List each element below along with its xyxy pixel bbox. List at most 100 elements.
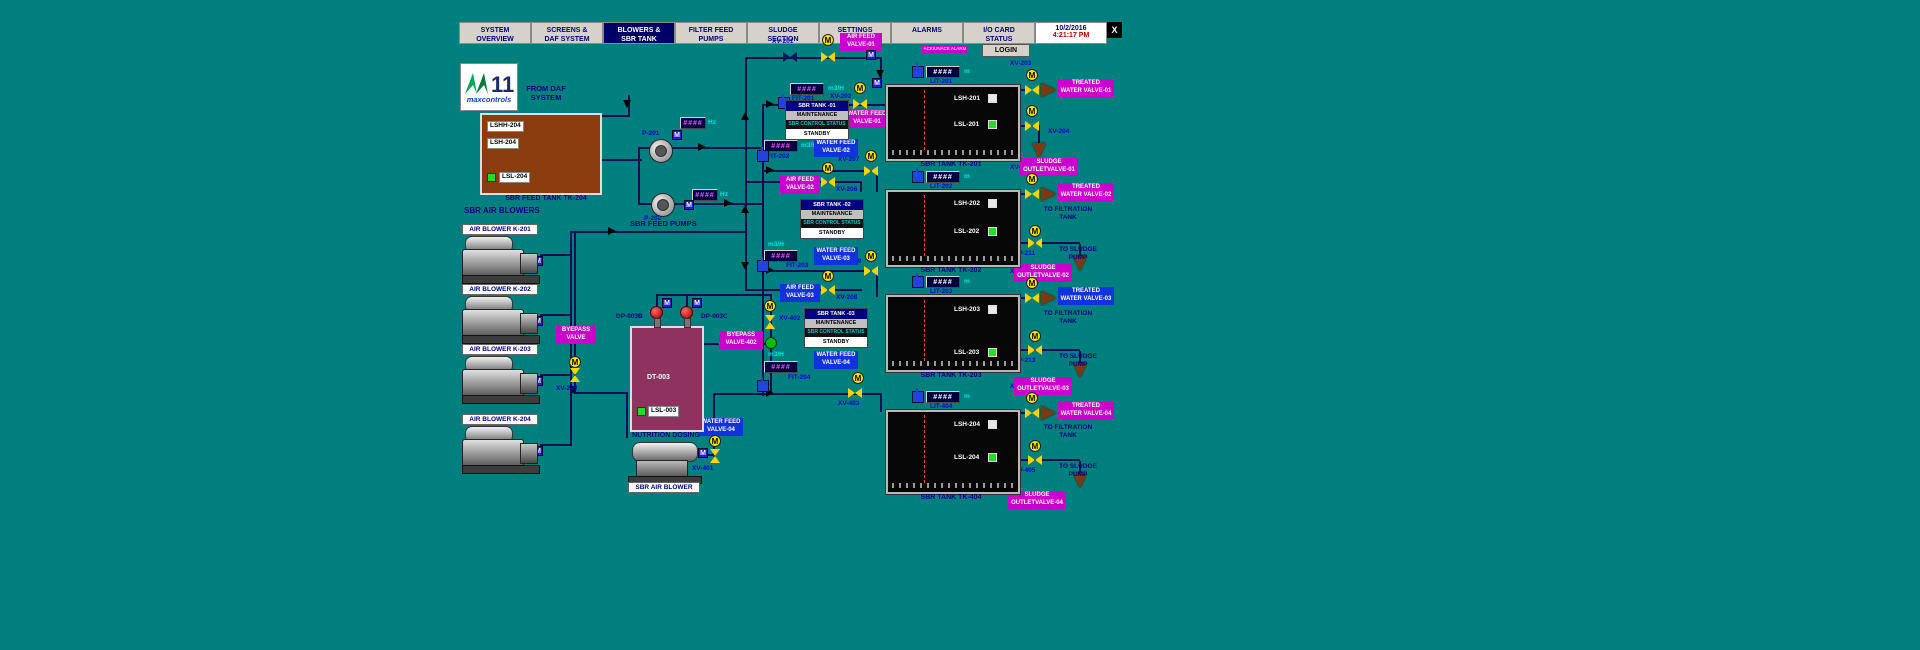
air-blower-k-201[interactable] <box>462 236 540 284</box>
xv-212-motor-icon[interactable]: M <box>1026 277 1038 289</box>
tab-alarms[interactable]: ALARMS <box>891 22 963 44</box>
tank-sbr-tank-tk-203: LSH-203 LSL-203 <box>886 295 1020 372</box>
xv-206-motor-icon[interactable]: M <box>822 162 834 174</box>
xv-210-valve-icon[interactable] <box>1025 189 1039 199</box>
pipe <box>598 159 642 161</box>
tab-i-o-card-status[interactable]: I/O CARD STATUS <box>963 22 1035 44</box>
pipe <box>540 254 572 256</box>
datetime-display: 10/2/2016 4:21:17 PM <box>1035 22 1107 44</box>
pipe <box>762 270 878 272</box>
xv-401-motor-icon[interactable]: M <box>709 435 721 447</box>
xv-203-motor-icon[interactable]: M <box>1026 69 1038 81</box>
p-201[interactable] <box>649 139 673 163</box>
flow-arrow-icon <box>724 199 732 207</box>
xv-401-valve-icon[interactable] <box>710 449 720 463</box>
sbr-tank-tk-203-label: SBR TANK TK-203 <box>920 372 982 379</box>
motor-badge[interactable]: M <box>866 50 876 60</box>
xv-208-valve-icon[interactable] <box>821 285 835 295</box>
xv-210-motor-icon[interactable]: M <box>1026 173 1038 185</box>
air-blower-k-203[interactable] <box>462 356 540 404</box>
xv-205-motor-icon[interactable]: M <box>569 356 581 368</box>
xv-403-valve-icon[interactable] <box>848 388 862 398</box>
to-filtration-tank-2-label: TO FILTRATION TANK <box>1043 206 1093 221</box>
xv-212-valve-icon[interactable] <box>1025 293 1039 303</box>
pipe <box>745 57 882 59</box>
tab-filter-feed-pumps[interactable]: FILTER FEED PUMPS <box>675 22 747 44</box>
xv-209-valve-icon[interactable] <box>864 266 878 276</box>
lsh-204-label: LSH-204 <box>487 138 520 149</box>
xv-203-valve-icon[interactable] <box>1025 85 1039 95</box>
lsh-203-indicator <box>988 305 997 314</box>
xv-402-motor-icon[interactable]: M <box>764 300 776 312</box>
xv-204-motor-icon[interactable]: M <box>1026 105 1038 117</box>
flow-arrow-icon <box>741 205 749 213</box>
xv-206-valve-icon[interactable] <box>821 177 835 187</box>
lsl-204-label: LSL-204 <box>499 172 531 183</box>
flow-arrow-icon <box>623 100 631 108</box>
to-sludge-pump-4-label: TO SLUDGE PUMP <box>1059 463 1097 478</box>
xv-404-motor-icon[interactable]: M <box>1026 392 1038 404</box>
xv-404-valve-icon[interactable] <box>1025 408 1039 418</box>
blower-base <box>462 395 540 404</box>
motor-badge[interactable]: M <box>692 298 702 308</box>
motor-badge[interactable]: M <box>684 200 694 210</box>
xv-213-motor-icon[interactable]: M <box>1029 330 1041 342</box>
tab-system-overview[interactable]: SYSTEM OVERVIEW <box>459 22 531 44</box>
lsl-204-label: LSL-204 <box>954 454 980 461</box>
tab-blowers-sbr-tank[interactable]: BLOWERS & SBR TANK <box>603 22 675 44</box>
flow-arrow-icon <box>766 166 774 174</box>
pipe <box>570 231 746 233</box>
air-blower-k-202[interactable] <box>462 296 540 344</box>
diffuser-icon <box>892 256 1014 261</box>
air-blower-k-204[interactable] <box>462 426 540 474</box>
xv-208-motor-icon[interactable]: M <box>822 270 834 282</box>
dosing-pump-dp-003b[interactable] <box>650 306 663 328</box>
lsl-202-label: LSL-202 <box>954 228 980 235</box>
fit-203-label: FIT-203 <box>786 262 809 269</box>
xv-209-motor-icon[interactable]: M <box>865 250 877 262</box>
xv-205-valve-icon[interactable] <box>570 368 580 382</box>
standby-status: STANDBY <box>786 129 848 139</box>
pipe <box>1016 459 1080 461</box>
tab-screens-daf-system[interactable]: SCREENS & DAF SYSTEM <box>531 22 603 44</box>
dosing-pump-dp-003c[interactable] <box>680 306 693 328</box>
xv-201-valve-icon[interactable] <box>821 52 835 62</box>
sbr-air-blower-label: SBR AIR BLOWER <box>628 482 700 493</box>
transmitter-icon <box>912 273 924 288</box>
p-201-unit-label: Hz <box>708 119 716 126</box>
blower-motor <box>520 313 538 334</box>
xv-213-valve-icon[interactable] <box>1028 345 1042 355</box>
motor-badge[interactable]: M <box>672 130 682 140</box>
sbr-air-blower[interactable] <box>626 436 704 488</box>
pipe <box>540 374 572 376</box>
xv-207-motor-icon[interactable]: M <box>865 150 877 162</box>
xv-211-motor-icon[interactable]: M <box>1029 225 1041 237</box>
alarm-ack-chip[interactable]: ACK/UNACK ALARM <box>922 45 968 53</box>
p-202-unit-label: Hz <box>720 191 728 198</box>
xv-405-motor-icon[interactable]: M <box>1029 440 1041 452</box>
close-button[interactable]: X <box>1107 22 1122 38</box>
xv-201-motor-icon[interactable]: M <box>822 34 834 46</box>
motor-badge[interactable]: M <box>662 298 672 308</box>
pipe <box>540 314 572 316</box>
xv-402-valve-icon[interactable] <box>765 315 775 329</box>
xv-211-valve-icon[interactable] <box>1028 238 1042 248</box>
xv-202-motor-icon[interactable]: M <box>854 82 866 94</box>
fit-203-display: #### <box>764 250 798 262</box>
sbr-tank-01-label: SBR TANK -01 <box>786 101 848 111</box>
xv-207-valve-icon[interactable] <box>864 166 878 176</box>
xv-405-valve-icon[interactable] <box>1028 455 1042 465</box>
sludge-outletvalve-03-label: SLUDGE OUTLETVALVE-03 <box>1014 377 1072 395</box>
xv-403-label: XV-403 <box>838 400 860 407</box>
login-button[interactable]: LOGIN <box>982 44 1030 57</box>
blower-body <box>462 369 524 397</box>
p-202[interactable] <box>651 193 675 217</box>
motor-badge[interactable]: M <box>872 78 882 88</box>
lsl-203-indicator <box>988 348 997 357</box>
pipe <box>762 170 878 172</box>
xv-204-valve-icon[interactable] <box>1025 121 1039 131</box>
xv-403-motor-icon[interactable]: M <box>852 372 864 384</box>
manual-valve-icon-icon[interactable] <box>783 52 797 62</box>
xv-202-valve-icon[interactable] <box>853 99 867 109</box>
dp-003c-label: DP-003C <box>701 313 728 320</box>
